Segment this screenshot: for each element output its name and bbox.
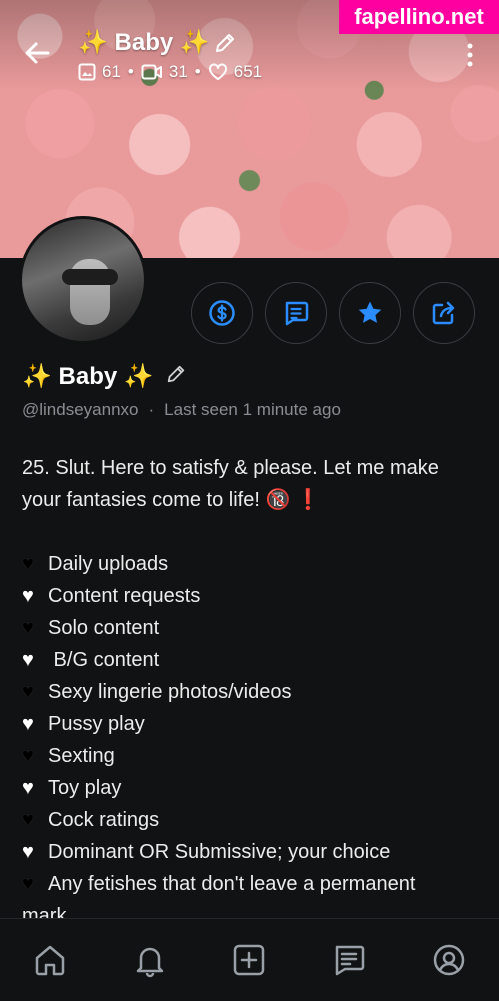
bio-list-item: ♥ Solo content (22, 612, 482, 644)
chat-icon (336, 945, 365, 976)
bio-list-item: ♥ Sexting (22, 740, 482, 772)
stats-separator: • (194, 62, 201, 81)
bio-list-item-text: Daily uploads (48, 553, 169, 575)
bio-list-item-text: Dominant OR Submissive; your choice (48, 841, 391, 863)
message-button[interactable] (265, 282, 327, 344)
last-seen: Last seen 1 minute ago (164, 400, 341, 419)
stats-row: 61 • 31 • 651 (78, 62, 262, 82)
white-heart-icon: ♥ (22, 585, 34, 607)
profile-icon (433, 944, 465, 976)
white-heart-icon: ♥ (22, 649, 34, 671)
bio-list-item: ♥ Any fetishes that don't leave a permane… (22, 868, 482, 900)
video-icon (141, 64, 162, 80)
username: @lindseyannxo (22, 400, 139, 419)
white-heart-icon: ♥ (22, 777, 34, 799)
bio-list-item-text: Pussy play (48, 713, 145, 735)
edit-pencil-icon[interactable] (214, 32, 236, 59)
bio: 25. Slut. Here to satisfy & please. Let … (22, 452, 482, 932)
bottom-navigation (0, 918, 499, 1001)
message-icon (285, 301, 309, 326)
black-heart-icon: ♥ (22, 617, 34, 639)
home-icon (35, 945, 65, 976)
likes-count: 651 (233, 62, 263, 81)
profile-name: ✨ Baby ✨ (22, 362, 186, 391)
bio-list-item: ♥ B/G content (22, 644, 482, 676)
white-heart-icon: ♥ (22, 713, 34, 735)
bio-spacer (22, 516, 482, 548)
bio-list-item: ♥ Daily uploads (22, 548, 482, 580)
bio-list-item: ♥ Toy play (22, 772, 482, 804)
bio-list: ♥ Daily uploads ♥ Content requests ♥ Solo con… (22, 548, 482, 900)
profile-actions (191, 282, 475, 344)
star-icon (358, 301, 382, 323)
white-heart-icon: ♥ (22, 841, 34, 863)
bio-intro-line: your fantasies come to life! 🔞 ❗ (22, 489, 321, 511)
back-arrow-icon[interactable] (22, 38, 52, 68)
tip-button[interactable] (191, 282, 253, 344)
bio-intro-line: 25. Slut. Here to satisfy & please. Let … (22, 457, 439, 479)
video-count: 31 (168, 62, 188, 81)
watermark-badge: fapellino.net (339, 0, 499, 34)
share-icon (432, 301, 455, 325)
avatar[interactable] (19, 216, 147, 344)
bio-list-item: ♥ Content requests (22, 580, 482, 612)
share-button[interactable] (413, 282, 475, 344)
nav-messages[interactable] (329, 940, 369, 980)
bio-list-item-text: Toy play (48, 777, 122, 799)
black-heart-icon: ♥ (22, 873, 34, 895)
bio-list-item: ♥ Cock ratings (22, 804, 482, 836)
bio-list-item-text: Sexting (48, 745, 115, 767)
edit-name-icon[interactable] (166, 363, 186, 391)
nav-profile[interactable] (429, 940, 469, 980)
bio-list-item-text: Cock ratings (48, 809, 160, 831)
bio-list-item-text: Any fetishes that don't leave a permanen… (48, 873, 416, 895)
bio-list-item-text: Content requests (48, 585, 201, 607)
header-title: ✨ Baby ✨ (78, 29, 210, 56)
add-post-icon (234, 944, 265, 976)
more-options-icon[interactable] (460, 40, 480, 70)
profile-meta: @lindseyannxo · Last seen 1 minute ago (22, 400, 341, 420)
black-heart-icon: ♥ (22, 553, 34, 575)
heart-icon (208, 63, 227, 80)
dollar-icon (209, 300, 235, 326)
nav-home[interactable] (30, 940, 70, 980)
display-name: ✨ Baby ✨ (22, 363, 154, 390)
bell-icon (136, 947, 163, 978)
black-heart-icon: ♥ (22, 681, 34, 703)
nav-notifications[interactable] (130, 940, 170, 980)
black-heart-icon: ♥ (22, 745, 34, 767)
photo-icon (78, 63, 96, 81)
photo-count: 61 (102, 62, 121, 81)
bio-list-item: ♥ Pussy play (22, 708, 482, 740)
meta-dot: · (148, 400, 155, 419)
favorite-button[interactable] (339, 282, 401, 344)
bio-list-item-text: Sexy lingerie photos/videos (48, 681, 292, 703)
bio-list-item: ♥ Dominant OR Submissive; your choice (22, 836, 482, 868)
nav-add-post[interactable] (229, 940, 269, 980)
black-heart-icon: ♥ (22, 809, 34, 831)
bio-list-item-text: B/G content (48, 649, 160, 671)
bio-list-item-text: Solo content (48, 617, 160, 639)
bio-list-item: ♥ Sexy lingerie photos/videos (22, 676, 482, 708)
stats-separator: • (127, 62, 134, 81)
